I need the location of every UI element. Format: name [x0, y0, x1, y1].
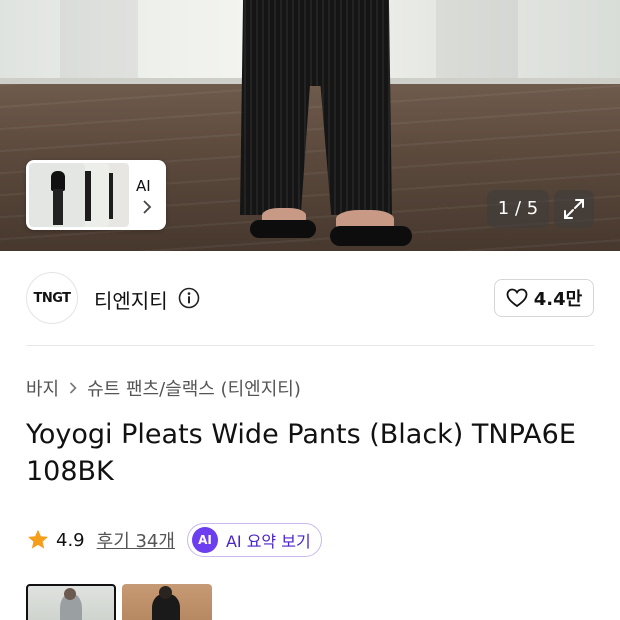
option-thumbnail-selected[interactable]	[26, 584, 116, 620]
expand-icon	[564, 199, 584, 219]
breadcrumb-item[interactable]: 바지	[26, 375, 59, 401]
breadcrumb: 바지 슈트 팬츠/슬랙스 (티엔지티)	[26, 375, 301, 401]
image-pager: 1 / 5	[487, 190, 549, 228]
hero-sandal-right	[330, 226, 412, 246]
brand-name[interactable]: 티엔지티	[94, 285, 168, 314]
ai-summary-button[interactable]: AI AI 요약 보기	[186, 523, 322, 557]
info-icon[interactable]	[178, 287, 200, 309]
chevron-right-icon	[69, 379, 77, 398]
ai-summary-label: AI 요약 보기	[225, 532, 311, 551]
rating-row: 4.9 후기 34개 AI AI 요약 보기	[26, 522, 322, 558]
product-title: Yoyogi Pleats Wide Pants (Black) TNPA6E …	[26, 419, 576, 487]
thumbnail-card-label: AI	[136, 177, 151, 195]
ai-styling-thumbnail-card[interactable]: AI	[26, 160, 166, 230]
hero-wall-panel	[60, 0, 138, 82]
heart-icon	[506, 288, 528, 308]
star-icon	[28, 529, 48, 549]
chevron-right-icon	[142, 200, 152, 218]
divider	[26, 345, 594, 346]
rating-value: 4.9	[56, 529, 85, 551]
like-button[interactable]: 4.4만	[494, 279, 594, 317]
breadcrumb-item[interactable]: 슈트 팬츠/슬랙스 (티엔지티)	[87, 375, 301, 401]
brand-logo[interactable]: TNGT	[26, 272, 78, 324]
thumbnail-image	[29, 163, 85, 227]
ai-badge-icon: AI	[191, 527, 218, 553]
thumbnail-stack	[29, 163, 129, 227]
hero-wall-panel	[436, 0, 518, 82]
option-thumbnail[interactable]	[122, 584, 212, 620]
product-hero-image[interactable]: AI 1 / 5	[0, 0, 620, 251]
expand-button[interactable]	[554, 190, 594, 228]
review-count-link[interactable]: 후기 34개	[97, 527, 175, 553]
like-count: 4.4만	[533, 289, 583, 310]
hero-sandal-left	[250, 220, 316, 238]
